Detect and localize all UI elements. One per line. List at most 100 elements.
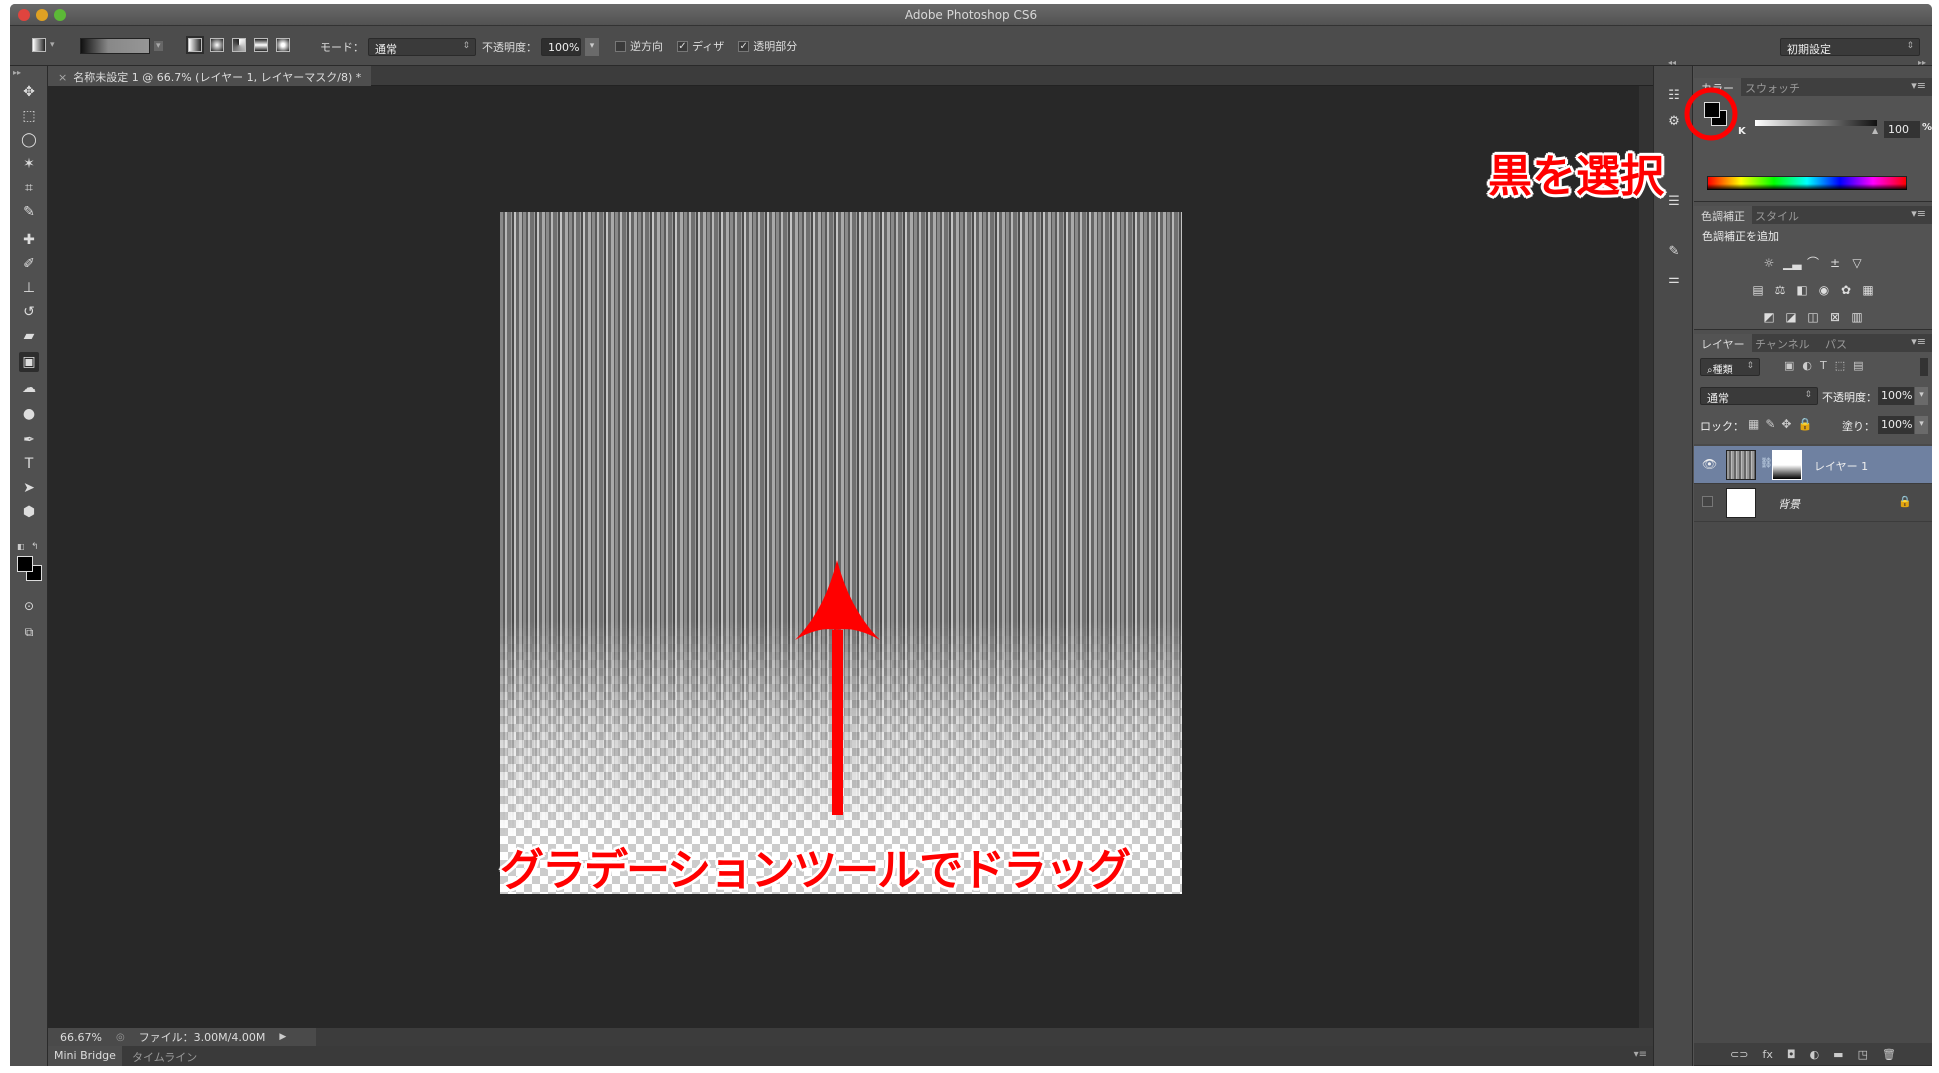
reflected-gradient-icon[interactable] [254, 38, 268, 52]
document-tab[interactable]: × 名称未設定 1 @ 66.7% (レイヤー 1, レイヤーマスク/8) * [48, 66, 372, 86]
k-slider-handle[interactable]: ▲ [1872, 126, 1878, 135]
lasso-tool-button[interactable]: ◯ [19, 130, 39, 150]
status-menu-arrow-icon[interactable]: ▶ [279, 1032, 286, 1042]
layer-filter-icons[interactable]: ▣◐T⬚▤ [1784, 359, 1872, 372]
document-canvas[interactable] [500, 212, 1182, 894]
opacity-input[interactable]: 100% [541, 38, 581, 56]
healing-brush-tool-button[interactable]: ✚ [19, 230, 39, 250]
tab-channels[interactable]: チャンネル [1748, 334, 1817, 352]
tab-swatches[interactable]: スウォッチ [1738, 78, 1807, 96]
layer-filter-select[interactable]: ⌕種類 ⇕ [1700, 358, 1760, 376]
layer-name[interactable]: 背景 [1778, 496, 1800, 512]
new-layer-icon[interactable]: ◳ [1858, 1048, 1868, 1061]
transparency-checkbox[interactable]: ✓ [738, 40, 750, 52]
k-value-input[interactable]: 100 [1884, 121, 1920, 138]
new-group-icon[interactable]: ▬ [1833, 1048, 1843, 1061]
crop-tool-button[interactable]: ⌗ [19, 178, 39, 198]
history-panel-button[interactable]: ☷ [1664, 88, 1684, 108]
marquee-tool-button[interactable]: ⬚ [19, 106, 39, 126]
radial-gradient-icon[interactable] [210, 38, 224, 52]
mask-link-icon[interactable]: ⛓ [1760, 458, 1773, 469]
brightness-contrast-icon[interactable]: ☼ [1761, 256, 1777, 270]
photo-filter-icon[interactable]: ◉ [1816, 283, 1832, 297]
delete-layer-icon[interactable]: 🗑 [1882, 1048, 1896, 1061]
linear-gradient-icon[interactable] [186, 36, 204, 54]
panel-menu-icon[interactable]: ▾≡ [1911, 79, 1926, 92]
fx-icon[interactable]: fx [1762, 1048, 1772, 1061]
panel-menu-icon[interactable]: ▾≡ [1911, 207, 1926, 220]
quick-mask-button[interactable]: ⊙ [19, 596, 39, 616]
screen-mode-button[interactable]: ⧉ [19, 622, 39, 642]
dither-checkbox[interactable]: ✓ [677, 40, 688, 52]
mode-select[interactable]: 通常 ⇕ [368, 38, 476, 56]
expand-panels-icon[interactable]: ▸▸ [1918, 58, 1926, 67]
fill-input[interactable]: 100% [1878, 416, 1914, 434]
hue-saturation-icon[interactable]: ▤ [1750, 283, 1766, 297]
eyedropper-tool-button[interactable]: ✎ [19, 202, 39, 222]
tab-timeline[interactable]: タイムライン [126, 1046, 203, 1066]
opacity-dropdown-button[interactable]: ▾ [585, 38, 599, 56]
tab-mini-bridge[interactable]: Mini Bridge [48, 1046, 122, 1066]
layer-row-layer-1[interactable]: 👁 ⛓ レイヤー 1 [1694, 446, 1932, 484]
brush-panel-button[interactable]: ⚌ [1664, 272, 1684, 292]
color-balance-icon[interactable]: ⚖ [1772, 283, 1788, 297]
path-selection-tool-button[interactable]: ➤ [19, 478, 39, 498]
dodge-tool-button[interactable]: ● [19, 404, 39, 424]
tab-layers[interactable]: レイヤー [1694, 334, 1752, 352]
vertical-scrollbar[interactable] [1639, 86, 1653, 1034]
visibility-toggle-off[interactable] [1702, 496, 1713, 507]
collapse-toolbar-icon[interactable]: ▸▸ [13, 68, 21, 77]
layer-row-background[interactable]: 背景 🔒 [1694, 484, 1932, 522]
move-tool-button[interactable]: ✥ [19, 82, 39, 102]
selective-color-icon[interactable]: ⊠ [1827, 310, 1843, 324]
blend-mode-select[interactable]: 通常 ⇕ [1700, 387, 1818, 405]
exposure-icon[interactable]: ± [1827, 256, 1843, 270]
curves-icon[interactable]: ⌒ [1805, 256, 1821, 270]
vibrance-icon[interactable]: ▽ [1849, 256, 1865, 270]
k-slider-track[interactable] [1755, 120, 1877, 126]
tab-color[interactable]: カラー [1694, 78, 1741, 96]
layer-mask-thumbnail[interactable] [1772, 450, 1802, 480]
canvas-workspace[interactable] [48, 86, 1653, 1034]
clone-stamp-tool-button[interactable]: ⊥ [19, 278, 39, 298]
adjustment-layer-icon[interactable]: ◐ [1810, 1048, 1820, 1061]
collapse-dock-icon[interactable]: ◂◂ [1668, 58, 1676, 67]
transparency-option[interactable]: ✓ 透明部分 [738, 38, 797, 54]
angle-gradient-icon[interactable] [232, 38, 246, 52]
panel-menu-icon[interactable]: ▾≡ [1911, 335, 1926, 348]
levels-icon[interactable]: ▁▃ [1783, 256, 1801, 270]
dither-option[interactable]: ✓ ディザ [677, 38, 724, 54]
zoom-level[interactable]: 66.67% [60, 1031, 102, 1044]
panel-menu-icon[interactable]: ▾≡ [1634, 1049, 1647, 1060]
add-mask-icon[interactable]: ◘ [1787, 1048, 1796, 1061]
diamond-gradient-icon[interactable] [276, 38, 290, 52]
eye-icon[interactable]: 👁 [1702, 457, 1717, 471]
brush-presets-button[interactable]: ✎ [1664, 244, 1684, 264]
tab-paths[interactable]: パス [1818, 334, 1854, 352]
layer-opacity-dropdown[interactable]: ▾ [1915, 387, 1928, 405]
foreground-color-swatch[interactable] [17, 556, 33, 572]
swap-colors-icon[interactable]: ↰ [31, 542, 39, 552]
color-lookup-icon[interactable]: ▦ [1860, 283, 1876, 297]
actions-panel-button[interactable]: ⚙ [1664, 114, 1684, 134]
fill-dropdown[interactable]: ▾ [1915, 416, 1928, 434]
type-tool-button[interactable]: T [19, 454, 39, 474]
eraser-tool-button[interactable]: ▰ [19, 326, 39, 346]
panel-foreground-swatch[interactable] [1704, 102, 1720, 118]
pen-tool-button[interactable]: ✒ [19, 430, 39, 450]
tool-presets-button[interactable]: ☰ [1664, 194, 1684, 214]
brush-tool-button[interactable]: ✐ [19, 254, 39, 274]
reverse-option[interactable]: 逆方向 [615, 38, 663, 54]
link-layers-icon[interactable]: ⊂⊃ [1730, 1048, 1748, 1061]
lock-icons[interactable]: ▦✎✥🔒 [1748, 417, 1818, 431]
gradient-map-icon[interactable]: ▥ [1849, 310, 1865, 324]
close-document-icon[interactable]: × [58, 71, 67, 84]
default-colors-icon[interactable]: ◧ [17, 542, 25, 551]
history-brush-tool-button[interactable]: ↺ [19, 302, 39, 322]
shape-tool-button[interactable]: ⬢ [19, 502, 39, 522]
layer-opacity-input[interactable]: 100% [1878, 387, 1914, 405]
magic-wand-tool-button[interactable]: ✶ [19, 154, 39, 174]
tab-styles[interactable]: スタイル [1748, 206, 1806, 224]
reverse-checkbox[interactable] [615, 40, 626, 52]
black-white-icon[interactable]: ◧ [1794, 283, 1810, 297]
